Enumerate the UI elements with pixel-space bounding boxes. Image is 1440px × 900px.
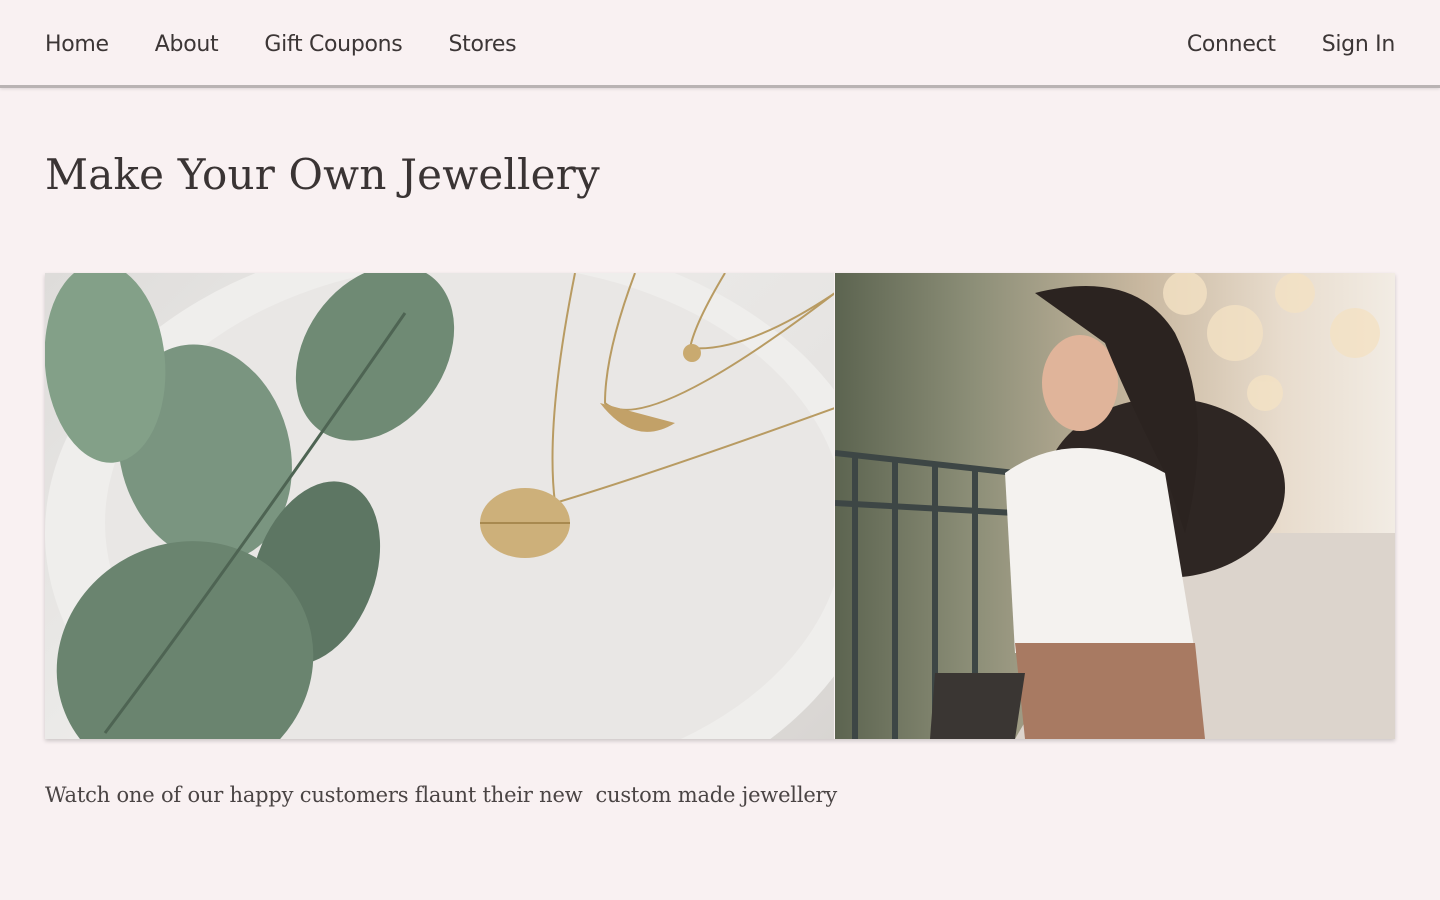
handbag-shape bbox=[930, 673, 1026, 739]
nav-left-group: Home About Gift Coupons Stores bbox=[45, 0, 517, 88]
necklace-photo bbox=[45, 273, 835, 739]
nav-home-link[interactable]: Home bbox=[45, 32, 109, 57]
top-navbar: Home About Gift Coupons Stores Connect S… bbox=[0, 0, 1440, 88]
nav-stores-link[interactable]: Stores bbox=[448, 32, 516, 57]
bead-pendant bbox=[683, 344, 701, 362]
image-gallery bbox=[45, 273, 1395, 739]
nav-gift-coupons-link[interactable]: Gift Coupons bbox=[264, 32, 402, 57]
gallery-caption: Watch one of our happy customers flaunt … bbox=[45, 783, 838, 807]
customer-photo bbox=[835, 273, 1395, 739]
customer-illustration bbox=[835, 273, 1395, 739]
page-title: Make Your Own Jewellery bbox=[45, 150, 600, 199]
face-shape bbox=[1042, 335, 1119, 431]
nav-connect-link[interactable]: Connect bbox=[1187, 32, 1276, 57]
nav-right-group: Connect Sign In bbox=[1187, 0, 1395, 88]
necklace-illustration bbox=[45, 273, 835, 739]
bokeh-lights bbox=[1163, 273, 1381, 411]
nav-sign-in-link[interactable]: Sign In bbox=[1322, 32, 1396, 57]
trousers-shape bbox=[1015, 643, 1206, 739]
nav-about-link[interactable]: About bbox=[155, 32, 219, 57]
leaf-pendant bbox=[480, 488, 570, 558]
